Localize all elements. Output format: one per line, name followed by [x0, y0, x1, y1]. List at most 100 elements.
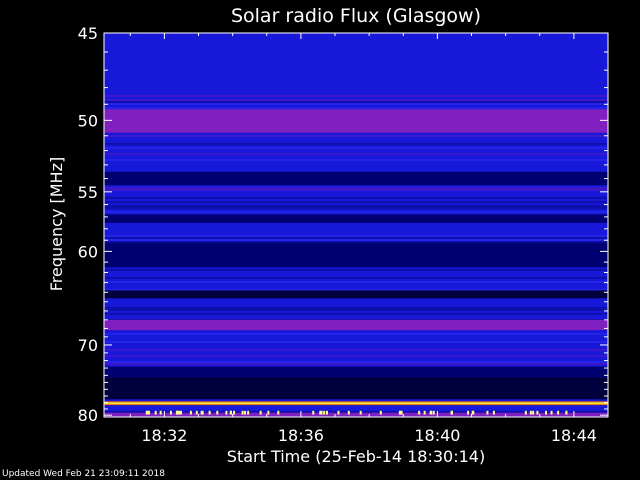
spectrogram-band — [104, 214, 608, 223]
x-axis-label: Start Time (25-Feb-14 18:30:14) — [227, 447, 485, 466]
spectrogram-row — [104, 197, 608, 199]
spectrogram-band — [104, 171, 608, 186]
spectrogram-band — [104, 319, 608, 331]
spectrogram-row — [104, 201, 608, 203]
spectrogram-row — [104, 205, 608, 207]
y-tick-label: 55 — [78, 183, 98, 202]
spectrogram-row — [104, 189, 608, 191]
x-tick-label: 18:36 — [278, 426, 324, 445]
burst-mark — [450, 410, 453, 415]
spectrogram-band — [104, 33, 608, 79]
burst-mark — [347, 410, 350, 415]
burst-mark — [323, 410, 326, 415]
spectrogram-row — [104, 135, 608, 137]
y-tick-label: 50 — [78, 111, 98, 130]
burst-mark — [532, 410, 535, 415]
spectrogram-row — [104, 153, 608, 155]
burst-mark — [312, 410, 315, 415]
spectrogram-row — [104, 349, 608, 351]
spectrogram-row — [104, 147, 608, 149]
spectrogram-row — [104, 143, 608, 145]
burst-mark — [247, 410, 250, 415]
x-tick-label: 18:44 — [551, 426, 597, 445]
spectrogram-row — [104, 313, 608, 315]
burst-mark — [159, 410, 162, 415]
y-tick-label: 70 — [78, 336, 98, 355]
spectrogram-row — [104, 187, 608, 189]
burst-mark — [557, 410, 560, 415]
spectrogram-row — [104, 361, 608, 363]
burst-mark — [467, 410, 470, 415]
burst-mark — [243, 410, 246, 415]
spectrogram-band — [104, 366, 608, 378]
burst-mark — [195, 410, 198, 415]
updated-timestamp: Updated Wed Feb 21 23:09:11 2018 — [2, 469, 165, 479]
burst-mark — [200, 410, 203, 415]
burst-mark — [267, 410, 270, 415]
spectrogram-band — [104, 290, 608, 299]
burst-mark — [423, 410, 426, 415]
spectrogram-row — [104, 341, 608, 343]
y-tick-label: 60 — [78, 242, 98, 261]
spectrogram-row — [104, 307, 608, 309]
burst-mark — [379, 410, 382, 415]
burst-mark — [429, 410, 432, 415]
burst-mark — [169, 410, 172, 415]
spectrogram-background — [104, 33, 608, 417]
burst-mark — [359, 410, 362, 415]
burst-mark — [277, 410, 280, 415]
spectrogram-row — [104, 309, 608, 311]
spectrogram-row — [104, 107, 608, 109]
burst-mark — [233, 410, 236, 415]
spectrogram-band — [104, 242, 608, 268]
spectrogram-row — [104, 355, 608, 357]
spectrogram-row — [104, 277, 608, 279]
spectrogram-row — [104, 235, 608, 237]
burst-mark — [472, 410, 475, 415]
burst-mark — [325, 410, 328, 415]
spectrogram-row — [104, 159, 608, 161]
x-tick-label: 18:40 — [414, 426, 460, 445]
burst-mark — [486, 410, 489, 415]
burst-mark — [529, 410, 532, 415]
spectrogram-row — [104, 95, 608, 97]
spectrogram-band — [104, 109, 608, 133]
burst-mark — [216, 410, 219, 415]
spectrogram-row — [104, 207, 608, 209]
burst-mark — [432, 410, 435, 415]
burst-mark — [208, 410, 211, 415]
burst-mark — [492, 410, 495, 415]
chart-title: Solar radio Flux (Glasgow) — [231, 5, 481, 27]
spectrogram-chart: Solar radio Flux (Glasgow) 18:32 18:36 18:… — [47, 5, 609, 466]
burst-mark — [241, 410, 244, 415]
spectrogram-band — [104, 401, 608, 406]
y-axis-label: Frequency [MHz] — [47, 157, 66, 291]
spectrogram-row — [104, 239, 608, 241]
spectrogram-row — [104, 333, 608, 335]
burst-mark — [550, 410, 553, 415]
burst-mark — [524, 410, 527, 415]
burst-mark — [175, 410, 178, 415]
burst-mark — [146, 410, 149, 415]
spectrogram-band — [104, 377, 608, 400]
burst-mark — [399, 410, 402, 415]
burst-mark — [544, 410, 547, 415]
burst-mark — [319, 410, 322, 415]
spectrogram-row — [104, 269, 608, 271]
burst-mark — [259, 410, 262, 415]
spectrogram-row — [104, 103, 608, 105]
spectrogram-row — [104, 281, 608, 283]
burst-mark — [189, 410, 192, 415]
spectrogram-row — [104, 101, 608, 103]
burst-mark — [179, 410, 182, 415]
burst-mark — [337, 410, 340, 415]
spectrogram-row — [104, 363, 608, 365]
y-tick-label: 45 — [78, 24, 98, 43]
burst-mark — [229, 410, 232, 415]
burst-mark — [225, 410, 228, 415]
y-tick-label: 80 — [78, 406, 98, 425]
burst-mark — [418, 410, 421, 415]
spectrogram-row — [104, 99, 608, 101]
spectrogram-row — [104, 211, 608, 213]
plot-area — [103, 32, 609, 418]
